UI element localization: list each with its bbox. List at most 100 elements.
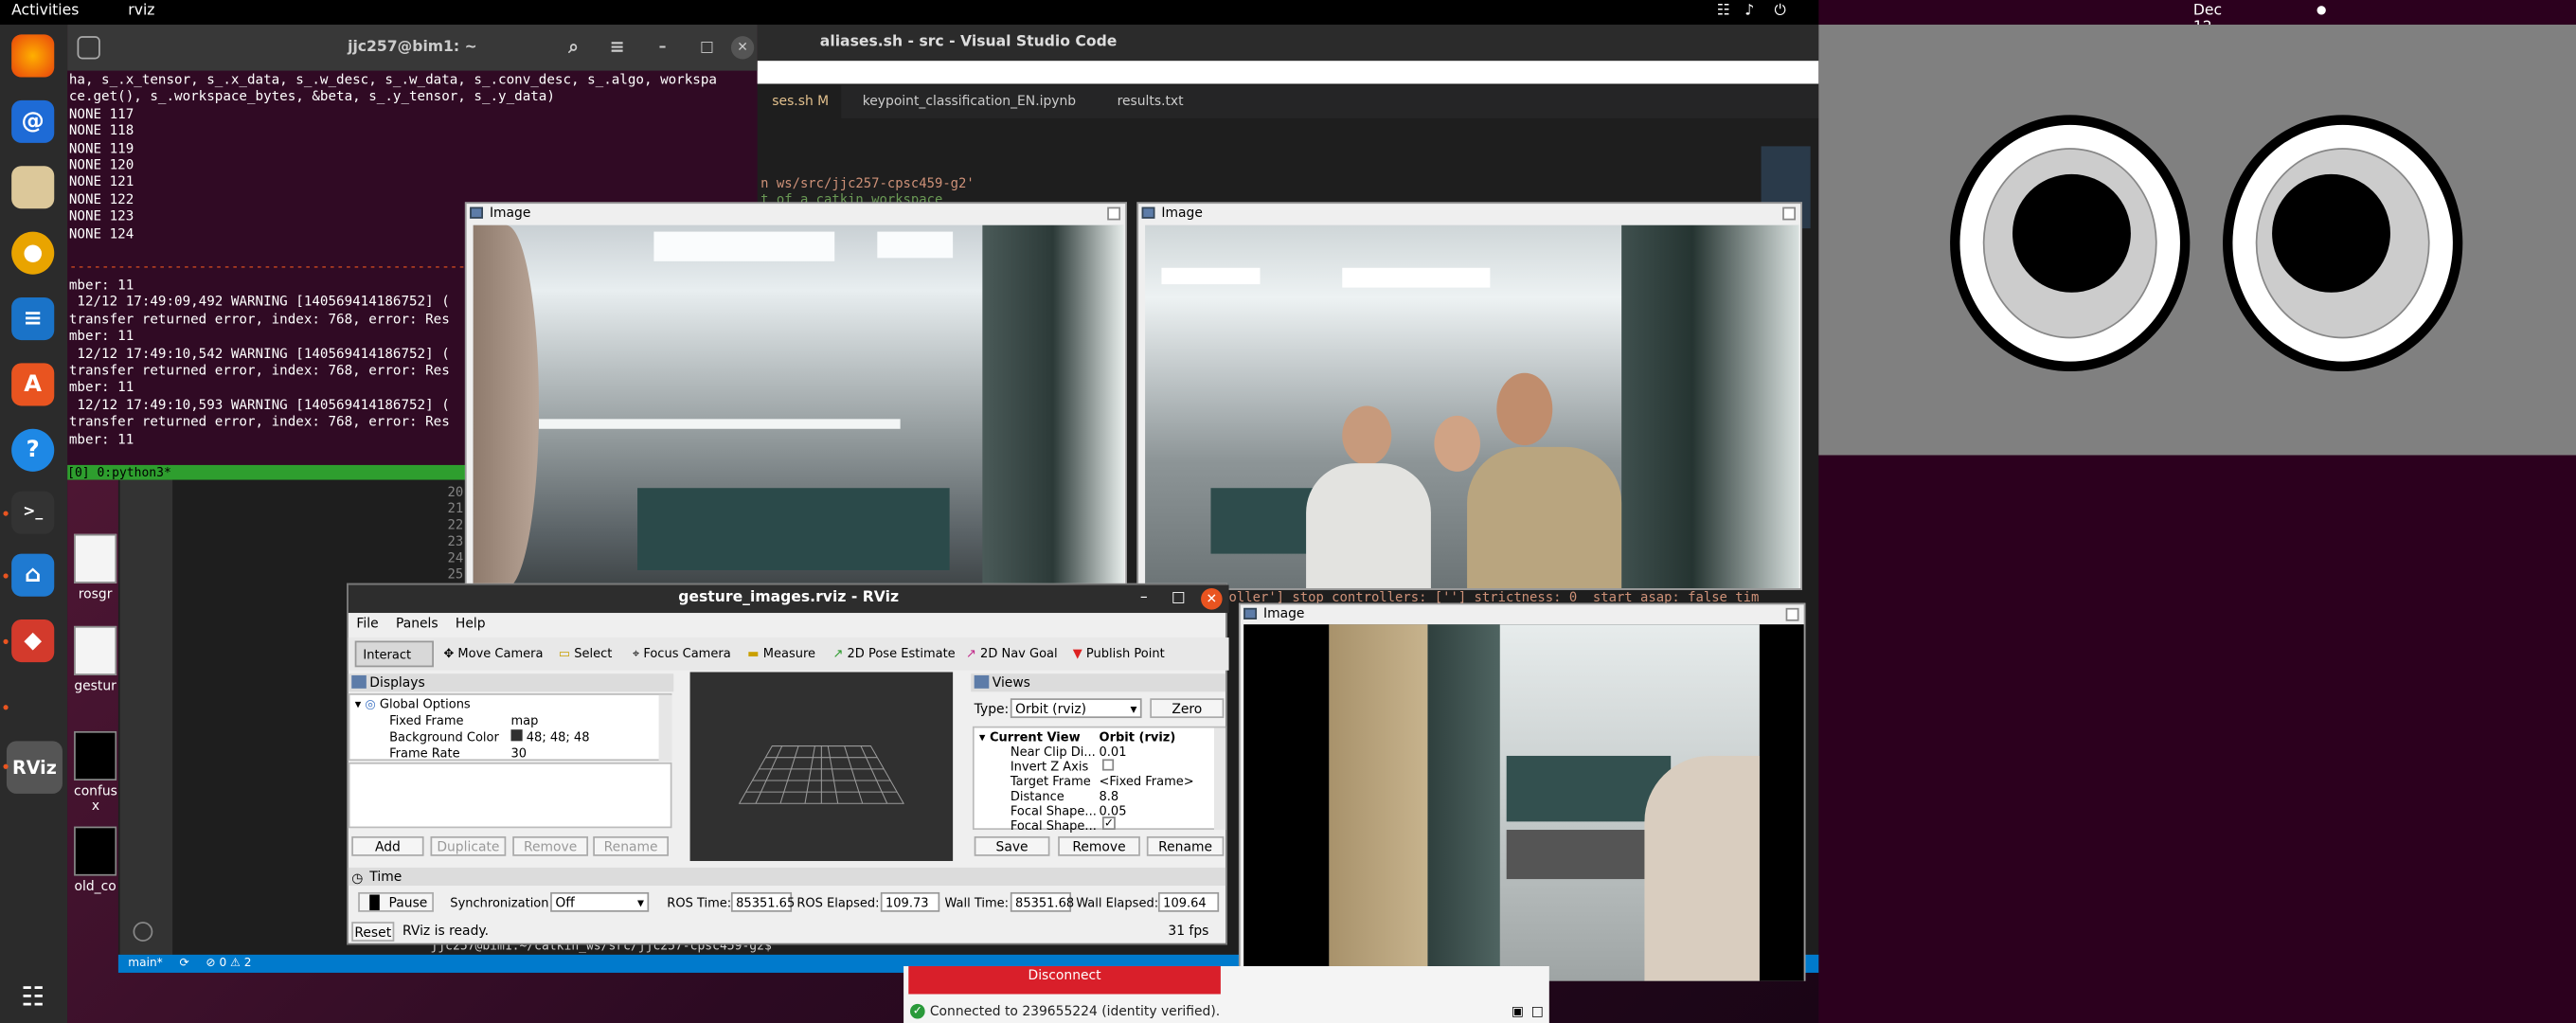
screen-icon[interactable]: ▣ xyxy=(1512,1004,1524,1019)
software-icon[interactable]: A xyxy=(11,363,55,406)
duplicate-button[interactable]: Duplicate xyxy=(430,835,507,856)
sync-select[interactable]: Off ▾ xyxy=(550,891,650,912)
minimize-icon[interactable]: – xyxy=(659,25,667,71)
volume-icon[interactable]: ♪ xyxy=(1744,3,1754,19)
tab-aliases[interactable]: ses.sh M xyxy=(759,85,842,118)
files-icon[interactable] xyxy=(11,166,55,209)
add-button[interactable]: Add xyxy=(351,835,424,856)
remove-view-button[interactable]: Remove xyxy=(1058,835,1140,856)
maximize-icon[interactable]: □ xyxy=(700,25,714,71)
camera-image xyxy=(473,224,1124,589)
tool-2d-pose-estimate[interactable]: ↗ 2D Pose Estimate xyxy=(832,646,955,661)
terminal-icon[interactable]: >_ xyxy=(11,491,55,534)
expand-icon[interactable]: ▾ xyxy=(979,729,986,745)
tree-row[interactable]: Background Color xyxy=(389,729,499,745)
tool-2d-nav-goal[interactable]: ↗ 2D Nav Goal xyxy=(966,646,1058,661)
ceiling-light xyxy=(1161,267,1261,285)
menu-help[interactable]: Help xyxy=(456,617,486,632)
tree-row[interactable]: ▾ Current View xyxy=(979,729,1081,745)
view-type-select[interactable]: Orbit (rviz) ▾ xyxy=(1010,698,1142,719)
maximize-icon[interactable]: □ xyxy=(1172,585,1186,613)
image-title: Image xyxy=(1161,205,1203,221)
app-menu[interactable]: rviz xyxy=(128,3,154,19)
invert-z-checkbox[interactable] xyxy=(1101,759,1115,771)
rename-view-button[interactable]: Rename xyxy=(1146,835,1225,856)
rviz-icon[interactable]: RViz xyxy=(6,741,63,794)
power-icon[interactable]: ⏻ xyxy=(1774,3,1785,19)
activities-button[interactable]: Activities xyxy=(11,3,79,19)
problems-status[interactable]: ⊘ 0 ⚠ 2 xyxy=(206,957,251,970)
remove-button[interactable]: Remove xyxy=(512,835,589,856)
property-value[interactable]: 30 xyxy=(510,746,527,762)
desktop-icon[interactable]: old_co xyxy=(74,826,117,894)
select-icon: ▭ xyxy=(558,645,575,661)
float-icon[interactable] xyxy=(1107,206,1121,221)
image-window[interactable]: Image xyxy=(1136,202,1802,590)
help-icon[interactable]: ? xyxy=(11,428,55,472)
scrollbar[interactable] xyxy=(1213,727,1226,831)
firefox-icon[interactable] xyxy=(11,34,55,78)
desktop-icon[interactable]: rosgr xyxy=(74,533,117,601)
tab-keypoint-notebook[interactable]: keypoint_classification_EN.ipynb xyxy=(850,85,1096,118)
writer-icon[interactable]: ≡ xyxy=(11,296,55,341)
account-icon[interactable] xyxy=(133,922,153,942)
pause-button[interactable]: ▐▌ Pause xyxy=(358,891,434,912)
tree-row[interactable]: Fixed Frame xyxy=(389,713,463,728)
rename-button[interactable]: Rename xyxy=(593,835,670,856)
property-value[interactable]: 48; 48; 48 xyxy=(510,729,589,745)
menu-file[interactable]: File xyxy=(356,617,378,632)
float-icon[interactable] xyxy=(1782,206,1797,221)
tool-publish-point[interactable]: ▼ Publish Point xyxy=(1073,646,1165,661)
property-value[interactable]: 0.01 xyxy=(1100,745,1127,760)
displays-tree[interactable]: ▾ ◎ Global Options Fixed Frame map Backg… xyxy=(348,693,672,762)
focal-shape-checkbox[interactable]: ✓ xyxy=(1101,817,1116,831)
search-icon[interactable]: ⌕ xyxy=(568,25,579,71)
zero-button[interactable]: Zero xyxy=(1150,698,1225,719)
tool-label: Interact xyxy=(363,647,412,663)
tree-row[interactable]: ▾ ◎ Global Options xyxy=(355,697,471,712)
tool-focus-camera[interactable]: ⌖ Focus Camera xyxy=(633,646,731,662)
ros-elapsed-field[interactable]: 109.73 xyxy=(880,891,940,912)
close-icon[interactable]: ✕ xyxy=(1201,588,1223,610)
dock: @ ● ≡ A ? >_ ⌂ ◆ RViz ☷ xyxy=(0,25,68,1023)
property-value[interactable]: <Fixed Frame> xyxy=(1100,774,1194,789)
reset-button[interactable]: Reset xyxy=(351,922,395,942)
menu-panels[interactable]: Panels xyxy=(396,617,438,632)
desktop-icon[interactable]: confus x xyxy=(74,730,117,814)
new-tab-icon[interactable] xyxy=(77,36,100,60)
tool-measure[interactable]: ▬ Measure xyxy=(747,646,815,661)
image-window[interactable]: Image xyxy=(464,202,1128,590)
wall-time-field[interactable]: 85351.68 xyxy=(1010,891,1074,912)
tool-move-camera[interactable]: ✥ Move Camera xyxy=(443,646,543,661)
vscode-icon[interactable]: ⌂ xyxy=(11,553,55,597)
desktop-icon[interactable]: gestur xyxy=(74,625,117,693)
network-icon[interactable]: ☷ xyxy=(1717,3,1730,19)
ros-time-field[interactable]: 85351.65 xyxy=(730,891,795,912)
views-tree[interactable]: ▾ Current View Orbit (rviz) Near Clip Di… xyxy=(972,726,1226,833)
property-value[interactable]: 8.8 xyxy=(1100,789,1119,804)
menu-icon[interactable]: ≡ xyxy=(610,25,625,71)
sync-icon[interactable]: ⟳ xyxy=(179,957,188,970)
tree-row[interactable]: Frame Rate xyxy=(389,746,460,762)
image-window[interactable]: Image xyxy=(1238,602,1806,981)
tool-select[interactable]: ▭ Select xyxy=(559,646,613,661)
scrollbar[interactable] xyxy=(658,694,672,762)
expand-icon[interactable]: ▾ xyxy=(355,697,362,712)
tool-label: Measure xyxy=(762,645,816,661)
tool-interact[interactable]: Interact xyxy=(354,640,434,668)
wall-elapsed-field[interactable]: 109.64 xyxy=(1157,891,1220,912)
tool-label: Select xyxy=(574,645,613,661)
float-icon[interactable] xyxy=(1785,607,1799,621)
anydesk-icon[interactable]: ◆ xyxy=(11,619,55,663)
thunderbird-icon[interactable]: @ xyxy=(11,99,55,143)
tab-results[interactable]: results.txt xyxy=(1104,85,1252,118)
branch-status[interactable]: main* xyxy=(128,957,162,970)
rhythmbox-icon[interactable]: ● xyxy=(11,231,55,275)
save-view-button[interactable]: Save xyxy=(974,835,1050,856)
close-icon[interactable]: ✕ xyxy=(730,36,755,60)
disconnect-button[interactable]: Disconnect xyxy=(908,966,1221,995)
minimize-icon[interactable]: – xyxy=(1140,585,1148,613)
app-grid-icon[interactable]: ☷ xyxy=(11,975,54,1017)
render-view[interactable] xyxy=(689,672,954,861)
property-value[interactable]: map xyxy=(510,713,538,728)
